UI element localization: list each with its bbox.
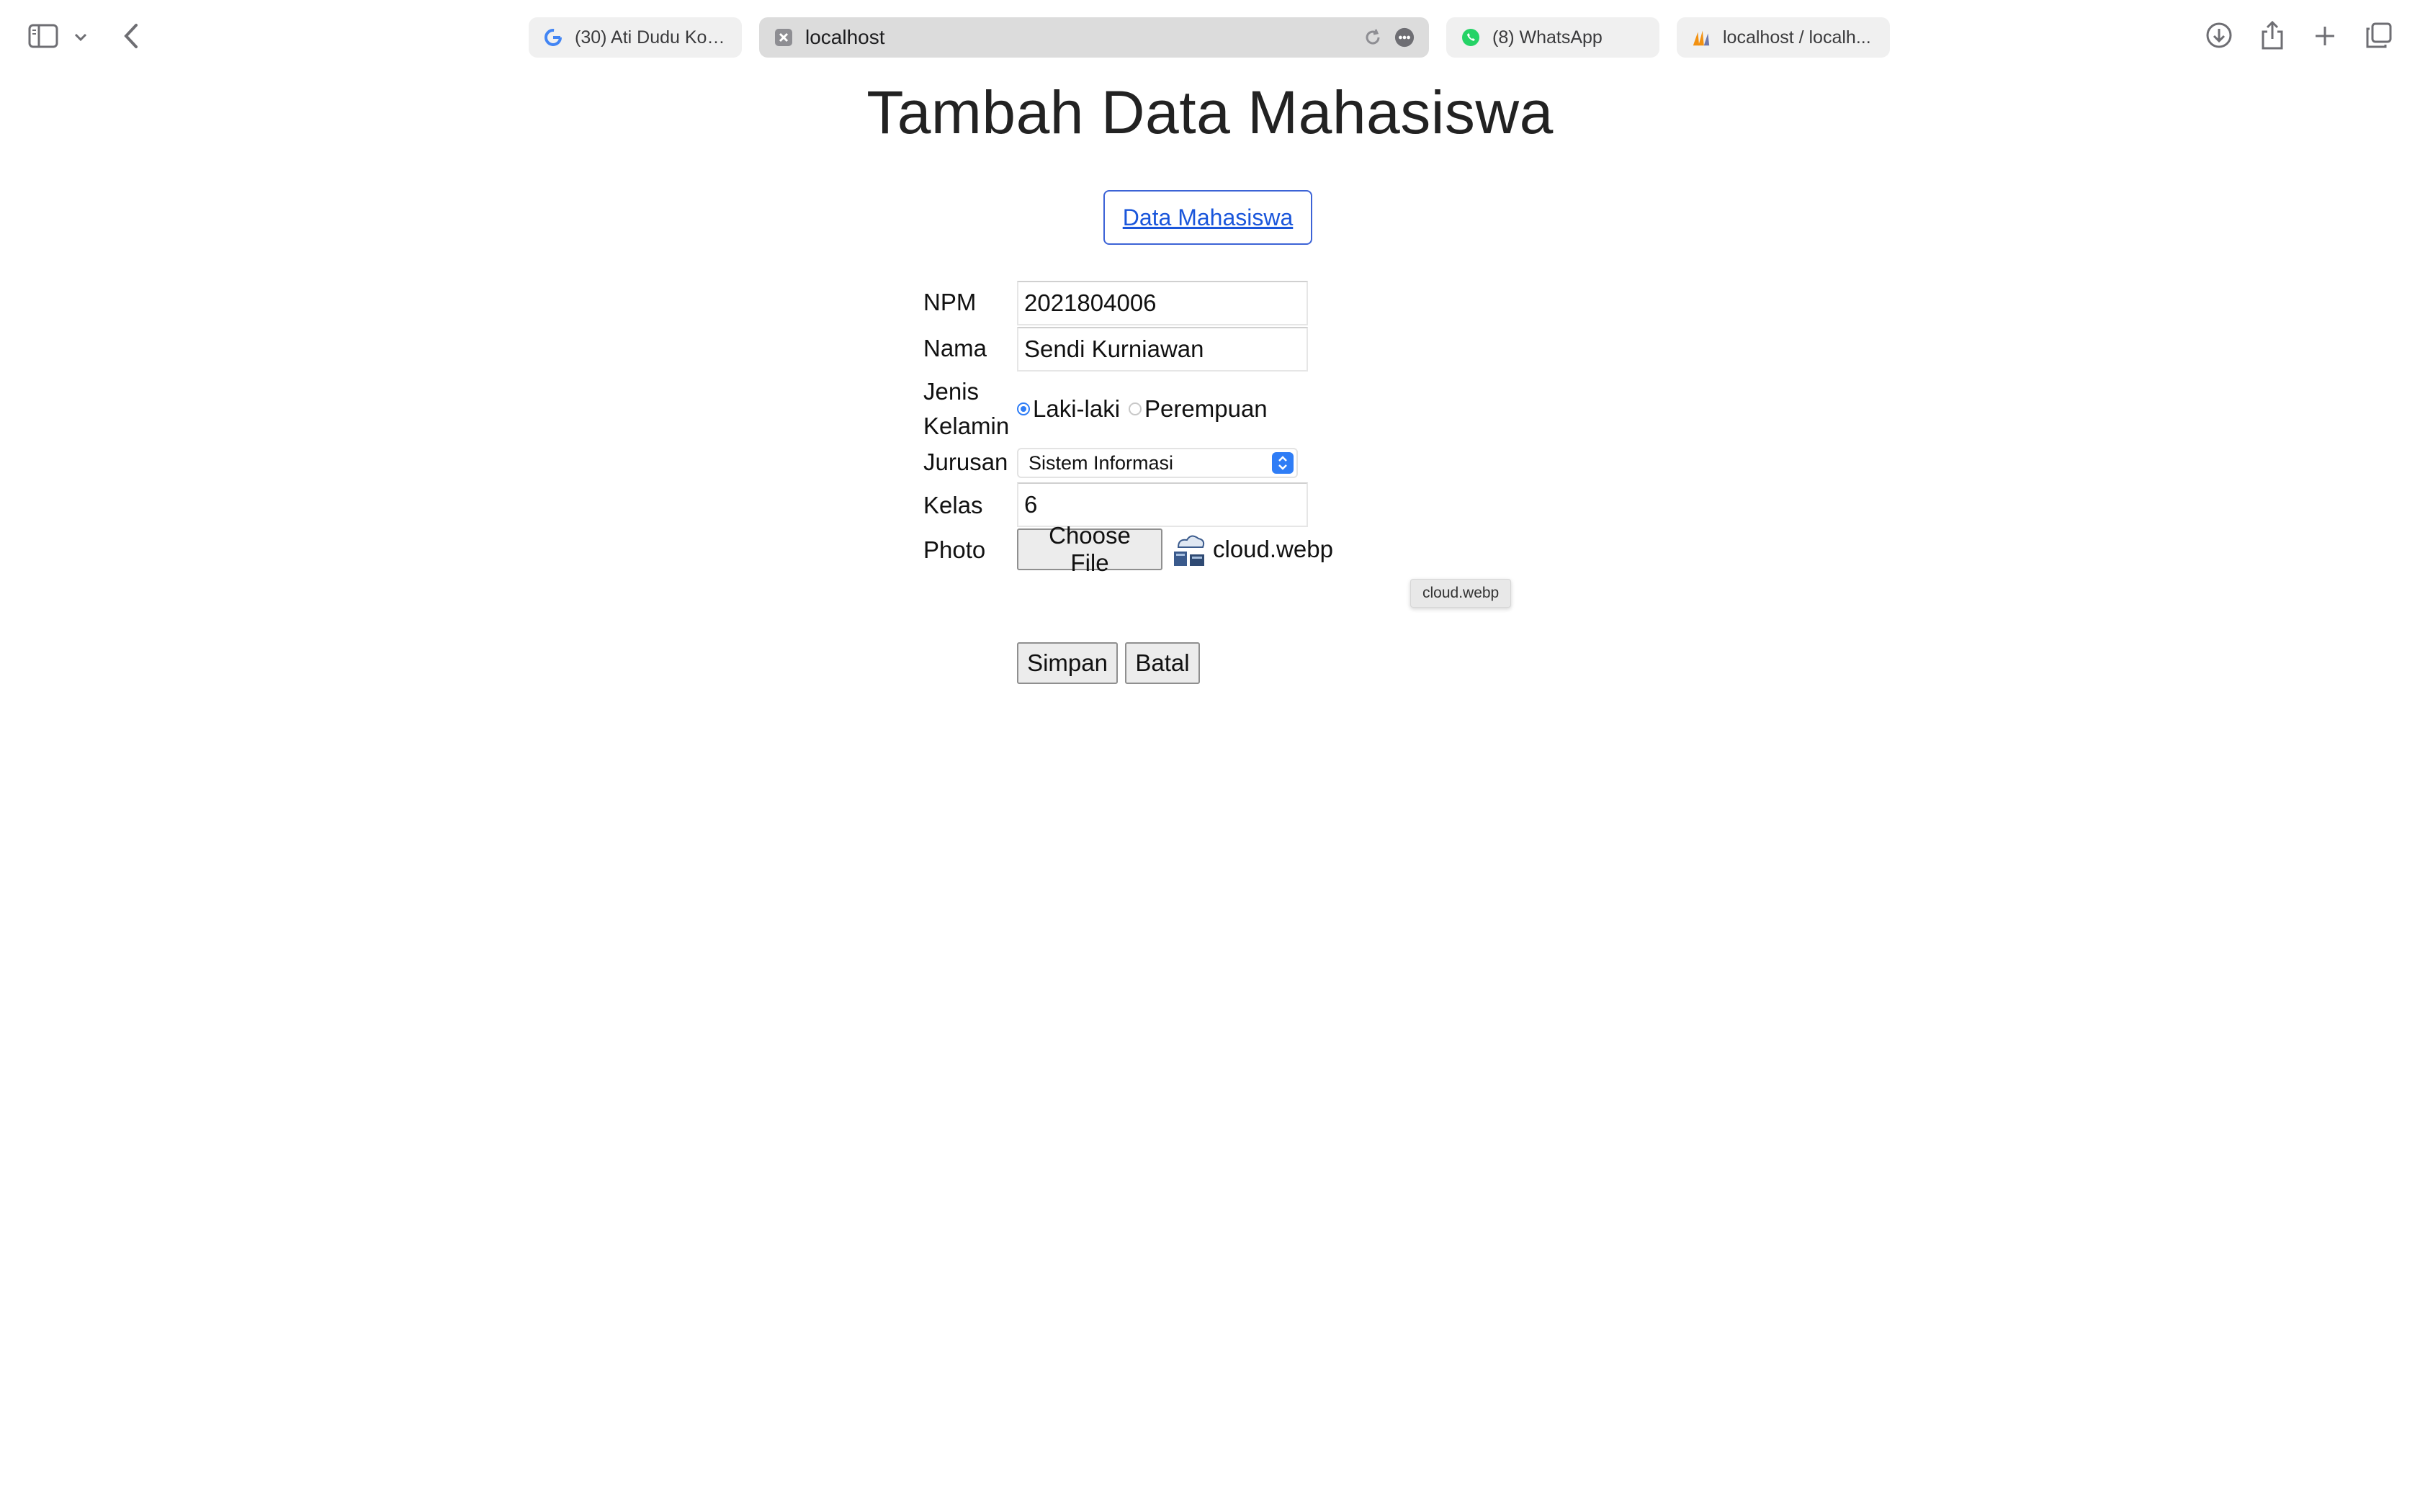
back-icon[interactable] bbox=[118, 20, 144, 52]
new-tab-icon[interactable] bbox=[2311, 22, 2339, 50]
jenis-kelamin-label-line2: Kelamin bbox=[923, 413, 1010, 439]
batal-button[interactable]: Batal bbox=[1125, 642, 1200, 684]
npm-label: NPM bbox=[923, 289, 977, 315]
selected-file-name: cloud.webp bbox=[1213, 536, 1333, 562]
page-title: Tambah Data Mahasiswa bbox=[866, 78, 1554, 146]
tab-title: (30) Ati Dudu Kos... bbox=[575, 27, 727, 48]
chevron-down-icon[interactable] bbox=[71, 29, 91, 46]
data-mahasiswa-link[interactable]: Data Mahasiswa bbox=[1103, 190, 1312, 245]
share-icon[interactable] bbox=[2257, 19, 2287, 52]
jenis-kelamin-label-line1: Jenis bbox=[923, 378, 980, 405]
jenis-kelamin-radio-group: Laki-laki Perempuan bbox=[1017, 392, 1268, 426]
browser-toolbar: (30) Ati Dudu Kos... localhost (8) Whats… bbox=[0, 0, 2420, 75]
downloads-icon[interactable] bbox=[2204, 20, 2234, 50]
photo-label: Photo bbox=[923, 536, 986, 563]
tab-phpmyadmin[interactable]: localhost / localh... bbox=[1677, 17, 1890, 58]
kelas-input[interactable] bbox=[1017, 482, 1308, 527]
tab-title: localhost / localh... bbox=[1723, 27, 1871, 48]
nama-input[interactable] bbox=[1017, 327, 1308, 372]
radio-laki-laki-label: Laki-laki bbox=[1033, 395, 1121, 422]
choose-file-button[interactable]: Choose File bbox=[1017, 522, 1162, 576]
nama-label: Nama bbox=[923, 335, 987, 361]
whatsapp-icon bbox=[1461, 27, 1481, 48]
phpmyadmin-icon bbox=[1691, 27, 1711, 48]
select-updown-icon bbox=[1272, 452, 1294, 474]
file-name-tooltip: cloud.webp bbox=[1410, 579, 1512, 608]
file-thumbnail-icon bbox=[1170, 530, 1209, 569]
jurusan-label: Jurusan bbox=[923, 449, 1008, 475]
tab-google[interactable]: (30) Ati Dudu Kos... bbox=[529, 17, 742, 58]
more-options-icon[interactable] bbox=[1394, 27, 1415, 48]
tab-title: (8) WhatsApp bbox=[1492, 27, 1603, 48]
npm-input[interactable] bbox=[1017, 281, 1308, 325]
address-bar-url[interactable]: localhost bbox=[805, 26, 1351, 49]
tab-localhost[interactable]: localhost bbox=[759, 17, 1429, 58]
tab-whatsapp[interactable]: (8) WhatsApp bbox=[1446, 17, 1659, 58]
radio-perempuan-label: Perempuan bbox=[1144, 395, 1268, 422]
radio-perempuan[interactable] bbox=[1129, 402, 1142, 415]
reload-icon[interactable] bbox=[1363, 27, 1383, 48]
jurusan-selected-value: Sistem Informasi bbox=[1028, 451, 1174, 474]
google-icon bbox=[543, 27, 563, 48]
jurusan-select[interactable]: Sistem Informasi bbox=[1017, 448, 1298, 478]
close-tab-icon[interactable] bbox=[774, 27, 794, 48]
kelas-label: Kelas bbox=[923, 492, 983, 518]
radio-laki-laki[interactable] bbox=[1017, 402, 1030, 415]
simpan-button[interactable]: Simpan bbox=[1017, 642, 1118, 684]
tab-overview-icon[interactable] bbox=[2364, 20, 2394, 50]
sidebar-toggle-icon[interactable] bbox=[26, 22, 60, 50]
